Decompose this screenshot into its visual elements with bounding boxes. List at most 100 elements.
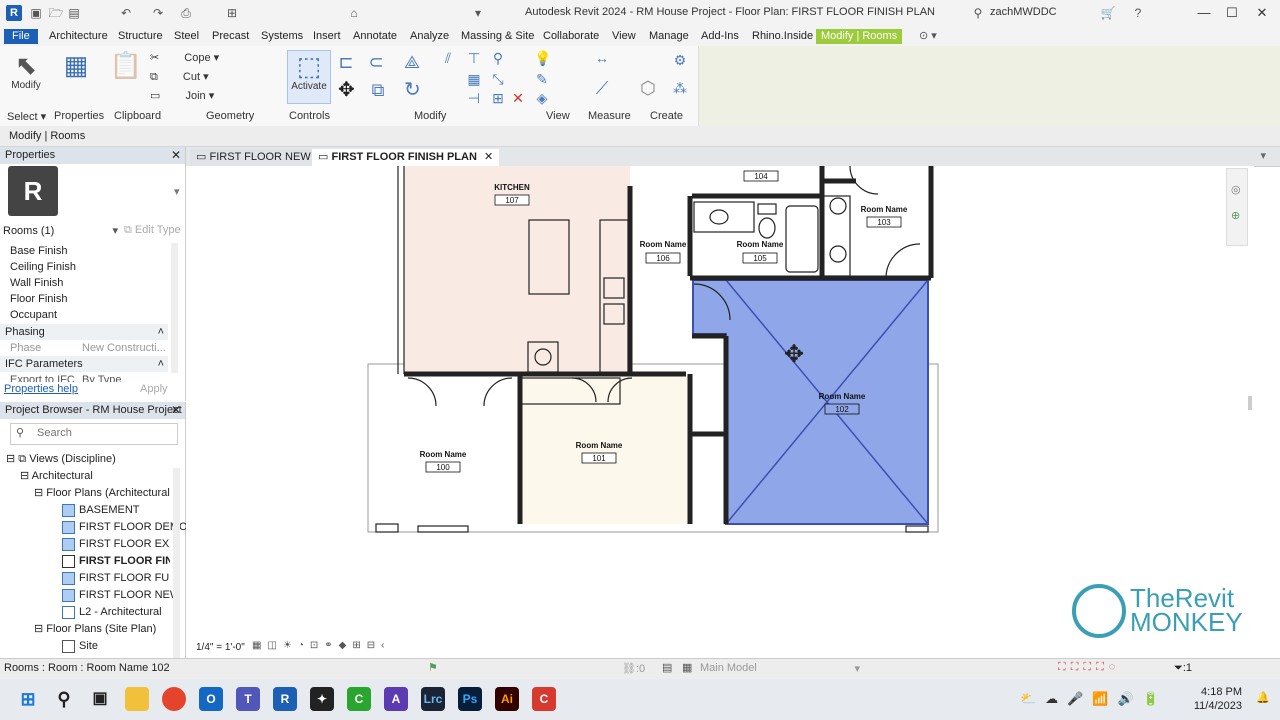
trim-icon[interactable]: ⊤: [466, 50, 482, 66]
properties-button[interactable]: ▦: [56, 50, 96, 102]
room-tag-name[interactable]: KITCHEN: [494, 183, 530, 192]
param-row[interactable]: Ceiling Finish: [0, 259, 168, 275]
search-input[interactable]: [35, 426, 169, 440]
browser-item-first-floor-new[interactable]: FIRST FLOOR NEW: [62, 587, 180, 603]
close-tab-icon[interactable]: ✕: [484, 151, 493, 163]
tab-view[interactable]: View: [607, 29, 641, 44]
tab-manage[interactable]: Manage: [644, 29, 694, 44]
minimize-button[interactable]: —: [1190, 3, 1218, 23]
override-icon[interactable]: ✎: [534, 71, 550, 87]
browser-item-first-floor-demo[interactable]: FIRST FLOOR DEMO: [62, 519, 188, 535]
param-row[interactable]: Export to IFC By Type: [0, 372, 168, 382]
param-row[interactable]: Base Finish: [0, 243, 168, 259]
tab-structure[interactable]: Structure: [113, 29, 168, 44]
steering-wheel-icon[interactable]: ◎: [1231, 183, 1241, 196]
tree-architectural[interactable]: ⊟ Architectural: [20, 468, 93, 484]
tree-floor-plans-site[interactable]: ⊟ Floor Plans (Site Plan): [34, 621, 156, 637]
floor-plan-drawing[interactable]: KITCHEN 107 Room Name 106 Room Name 105 …: [186, 165, 1254, 638]
edit-type-button[interactable]: ⧉ Edit Type: [124, 224, 181, 237]
search-icon[interactable]: ⚲: [52, 687, 76, 711]
scrollbar[interactable]: [171, 243, 178, 373]
outlook-icon[interactable]: O: [199, 687, 223, 711]
tab-first-floor-new[interactable]: ▭ FIRST FLOOR NEW: [190, 149, 317, 166]
tree-floor-plans-arch[interactable]: ⊟ Floor Plans (Architectural Pl: [34, 485, 170, 501]
drawing-canvas[interactable]: KITCHEN 107 Room Name 106 Room Name 105 …: [186, 165, 1254, 638]
browser-item-first-floor-furniture[interactable]: FIRST FLOOR FURNIT: [62, 570, 170, 586]
split-icon[interactable]: ⫽: [440, 50, 456, 66]
view-icon[interactable]: ◈: [534, 90, 550, 106]
filter-control[interactable]: ⏷:1: [1174, 662, 1192, 675]
binoculars-icon[interactable]: ⚲: [970, 5, 986, 21]
app-icon[interactable]: ✦: [310, 687, 334, 711]
array-icon[interactable]: ▦: [466, 71, 482, 87]
main-model-selector[interactable]: Main Model ▾: [700, 662, 860, 675]
tab-modify-rooms[interactable]: Modify | Rooms: [816, 29, 903, 44]
tab-menu-icon[interactable]: ▾: [1260, 149, 1266, 162]
app-a-icon[interactable]: A: [384, 687, 408, 711]
room-tag-number[interactable]: 104: [754, 172, 768, 181]
scale-icon[interactable]: ⤡: [490, 71, 506, 87]
model-icon[interactable]: ▦: [682, 661, 692, 674]
save-icon[interactable]: ▤: [66, 5, 82, 21]
param-row[interactable]: Phase New Constructi...: [0, 340, 168, 356]
close-icon[interactable]: ✕: [171, 147, 181, 164]
room-tag-number[interactable]: 102: [835, 405, 849, 414]
create-group-icon[interactable]: ⚙: [672, 52, 688, 68]
cut-button[interactable]: ⧉ Cut ▾: [150, 69, 209, 85]
copy-icon[interactable]: ⧉: [370, 81, 386, 99]
measure-between-icon[interactable]: ↔: [594, 50, 610, 66]
close-button[interactable]: ✕: [1248, 3, 1276, 23]
scrollbar[interactable]: [1248, 396, 1252, 410]
zoom-icon[interactable]: ⊕: [1231, 209, 1240, 222]
panel-toggle-icon[interactable]: ⊙ ▾: [914, 29, 942, 44]
worksets-control[interactable]: ⛓:0: [622, 662, 645, 675]
notification-icon[interactable]: 🔔: [1256, 691, 1270, 704]
tab-collaborate[interactable]: Collaborate: [538, 29, 604, 44]
param-row[interactable]: Floor Finish: [0, 291, 168, 307]
room-tag-name[interactable]: Room Name: [737, 240, 784, 249]
tab-file[interactable]: File: [4, 29, 38, 44]
room-tag-name[interactable]: Room Name: [576, 441, 623, 450]
home-view-icon[interactable]: ⌂: [346, 5, 362, 21]
tab-rhino-inside[interactable]: Rhino.Inside: [747, 29, 818, 44]
align-icon[interactable]: ⊏: [338, 53, 354, 71]
browser-item-first-floor-existing[interactable]: FIRST FLOOR EXISTIN: [62, 536, 170, 552]
mirror-axis-icon[interactable]: ⟁: [404, 53, 420, 71]
maximize-button[interactable]: ☐: [1218, 3, 1246, 23]
hide-icon[interactable]: 💡: [534, 50, 551, 66]
cope-button[interactable]: ✂ Cope ▾: [150, 50, 219, 66]
undo-icon[interactable]: ↶: [118, 5, 134, 21]
cart-icon[interactable]: 🛒: [1100, 5, 1116, 21]
rotate-icon[interactable]: ↻: [404, 80, 421, 100]
close-icon[interactable]: ✕: [171, 402, 181, 419]
room-tag-number[interactable]: 101: [592, 454, 606, 463]
open-icon[interactable]: 🗁: [48, 5, 64, 21]
tab-massing-site[interactable]: Massing & Site: [456, 29, 539, 44]
view-controls-icon[interactable]: ▦◫☀◔⊡⚭◆⊞⊟‹: [252, 640, 390, 651]
room-tag-name[interactable]: Room Name: [819, 392, 866, 401]
scrollbar[interactable]: [173, 468, 180, 658]
tab-insert[interactable]: Insert: [308, 29, 346, 44]
windows-start-icon[interactable]: ⊞: [16, 687, 40, 711]
search-box[interactable]: ⚲: [10, 423, 178, 445]
create-assembly-icon[interactable]: ⬡: [640, 79, 656, 97]
home-icon[interactable]: ▣: [28, 5, 44, 21]
move-icon[interactable]: ✥: [338, 80, 355, 100]
task-view-icon[interactable]: ▣: [88, 687, 112, 711]
clock[interactable]: 4:18 PM 11/4/2023: [1194, 685, 1242, 713]
camtasia-icon[interactable]: C: [347, 687, 371, 711]
room-tag-number[interactable]: 106: [656, 254, 670, 263]
dimension-icon[interactable]: ⟋: [594, 79, 610, 97]
tab-architecture[interactable]: Architecture: [44, 29, 113, 44]
room-tag-number[interactable]: 100: [436, 463, 450, 472]
user-name[interactable]: zachMWDDC: [990, 6, 1057, 18]
apply-button[interactable]: Apply: [140, 383, 168, 395]
illustrator-icon[interactable]: Ai: [495, 687, 519, 711]
print-icon[interactable]: ⎙: [178, 5, 194, 21]
help-icon[interactable]: ?: [1130, 5, 1146, 21]
lightroom-icon[interactable]: Lrc: [421, 687, 445, 711]
design-options-icon[interactable]: ▤: [662, 661, 672, 674]
revit-taskbar-icon[interactable]: R: [273, 687, 297, 711]
join-button[interactable]: ▭ Join ▾: [150, 88, 214, 104]
room-tag-name[interactable]: Room Name: [420, 450, 467, 459]
